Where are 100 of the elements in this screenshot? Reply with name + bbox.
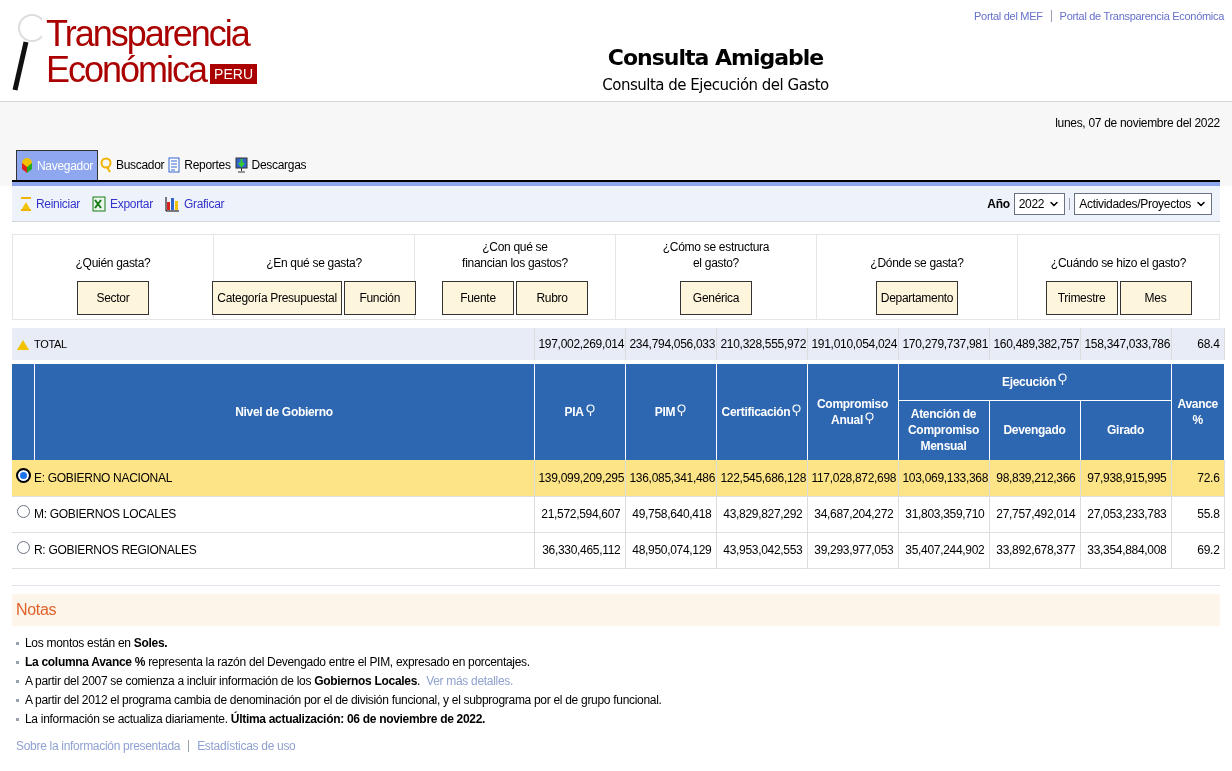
dimension-button[interactable]: Categoría Presupuestal (212, 281, 342, 315)
table-cell: 27,757,492,014 (989, 496, 1080, 532)
note-text: La información se actualiza diariamente. Última actualización: 06 de noviembre de 2022. (25, 710, 486, 728)
search-icon (100, 157, 112, 173)
table-cell: 39,293,977,053 (807, 532, 898, 568)
table-cell: 69.2 (1171, 532, 1224, 568)
header-link[interactable]: Portal del MEF (974, 8, 1043, 25)
table-cell: 48,950,074,129 (625, 532, 716, 568)
note-text: Los montos están en Soles. (25, 634, 168, 652)
table-cell: 55.8 (1171, 496, 1224, 532)
table-cell: 103,069,133,368 (898, 460, 989, 496)
mode-dropdown[interactable]: Actividades/Proyectos (1074, 192, 1212, 215)
note-text: A partir del 2007 se comienza a incluir información de los Gobiernos Locales. (25, 672, 421, 690)
toolbar-link[interactable]: Graficar (164, 194, 225, 213)
column-header[interactable]: Certificación (716, 364, 807, 460)
table-cell: 72.6 (1171, 460, 1224, 496)
separator (1050, 10, 1052, 23)
radio-button[interactable] (16, 505, 30, 518)
table-cell: 139,099,209,295 (534, 460, 625, 496)
total-cell: 210,328,555,972 (716, 328, 807, 360)
magnifier-icon (12, 12, 42, 92)
column-header: Avance % (1171, 364, 1224, 460)
column-header[interactable]: PIM (625, 364, 716, 460)
total-cell: 68.4 (1171, 328, 1224, 360)
table-cell: 33,354,884,008 (1080, 532, 1171, 568)
year-dropdown[interactable]: 2022 (1013, 192, 1066, 215)
header-link[interactable]: Portal de Transparencia Económica (1059, 8, 1224, 25)
table-cell: 122,545,686,128 (716, 460, 807, 496)
column-header: Devengado (989, 400, 1080, 460)
table-cell: M: GOBIERNOS LOCALES (34, 496, 534, 532)
page-subtitle: Consulta de Ejecución del Gasto (602, 75, 829, 96)
column-header: Ejecución (898, 364, 1171, 400)
category-question: ¿Con qué se financian los gastos? (462, 239, 568, 271)
bullet-icon (16, 679, 19, 683)
radio-button[interactable] (15, 467, 31, 483)
logo-badge: PERU (210, 64, 257, 84)
document-icon (168, 157, 181, 173)
page-title: Consulta Amigable (607, 46, 824, 70)
toolbar-link[interactable]: Exportar (92, 194, 153, 213)
table-cell: R: GOBIERNOS REGIONALES (34, 532, 534, 568)
monitor-icon (234, 157, 248, 173)
column-header[interactable]: PIA (534, 364, 625, 460)
dimension-button[interactable]: Genérica (680, 281, 752, 315)
column-header: Nivel de Gobierno (34, 364, 534, 460)
category-question: ¿Quién gasta? (75, 255, 151, 271)
bullet-icon (16, 660, 19, 664)
column-header[interactable]: Compromiso Anual (807, 364, 898, 460)
bar-chart-icon (164, 195, 180, 212)
total-label: TOTAL (34, 328, 534, 360)
year-label: Año (987, 195, 1010, 213)
tab[interactable]: Reportes (166, 150, 233, 180)
hourglass-icon (20, 195, 32, 212)
dimension-button[interactable]: Función (343, 281, 416, 315)
category-question: ¿Cuándo se hizo el gasto? (1050, 255, 1187, 271)
note-text: La columna Avance % representa la razón del Devengado entre el PIM, expresado en porcentajes. (25, 653, 530, 671)
bullet-icon (16, 717, 19, 721)
total-cell: 160,489,382,757 (989, 328, 1080, 360)
notes-title: Notas (16, 599, 57, 620)
note-text: A partir del 2012 el programa cambia de denominación por el de división funcional, y el subprograma por el de grupo funcional. (25, 691, 662, 709)
dimension-button[interactable]: Departamento (875, 281, 959, 315)
table-cell[interactable] (12, 460, 34, 496)
table-cell: 36,330,465,112 (534, 532, 625, 568)
category-question: ¿En qué se gasta? (266, 255, 362, 271)
dimension-button[interactable]: Trimestre (1045, 281, 1118, 315)
total-cell: 158,347,033,786 (1080, 328, 1171, 360)
table-cell: 136,085,341,486 (625, 460, 716, 496)
category-question: ¿Dónde se gasta? (870, 255, 964, 271)
table-cell: 43,953,042,553 (716, 532, 807, 568)
dimension-button[interactable]: Sector (77, 281, 149, 315)
tab[interactable]: Buscador (98, 150, 167, 180)
logo-text: Transparencia (46, 16, 251, 52)
total-cell: 197,002,269,014 (534, 328, 625, 360)
dimension-button[interactable]: Rubro (516, 281, 588, 315)
total-cell: 234,794,056,033 (625, 328, 716, 360)
table-cell: 49,758,640,418 (625, 496, 716, 532)
dimension-button[interactable]: Mes (1119, 281, 1192, 315)
toolbar-link[interactable]: Reiniciar (20, 194, 80, 213)
column-header: Girado (1080, 400, 1171, 460)
separator (188, 739, 190, 752)
table-cell: 97,938,915,995 (1080, 460, 1171, 496)
separator (1069, 197, 1071, 210)
total-cell: 170,279,737,981 (898, 328, 989, 360)
table-cell: 27,053,233,783 (1080, 496, 1171, 532)
spreadsheet-icon (92, 195, 106, 212)
table-cell: E: GOBIERNO NACIONAL (34, 460, 534, 496)
table-cell: 43,829,827,292 (716, 496, 807, 532)
table-cell: 31,803,359,710 (898, 496, 989, 532)
tab[interactable]: Descargas (232, 150, 309, 180)
table-cell: 21,572,594,607 (534, 496, 625, 532)
table-cell: 35,407,244,902 (898, 532, 989, 568)
table-cell: 117,028,872,698 (807, 460, 898, 496)
category-question: ¿Cómo se estructura el gasto? (662, 239, 770, 271)
radio-button[interactable] (16, 541, 30, 554)
total-cell: 191,010,054,024 (807, 328, 898, 360)
current-date: lunes, 07 de noviembre del 2022 (1055, 115, 1220, 132)
dimension-button[interactable]: Fuente (442, 281, 514, 315)
table-cell: 98,839,212,366 (989, 460, 1080, 496)
bullet-icon (16, 698, 19, 702)
bullet-icon (16, 641, 19, 645)
column-header: Atención de Compromiso Mensual (898, 400, 989, 460)
